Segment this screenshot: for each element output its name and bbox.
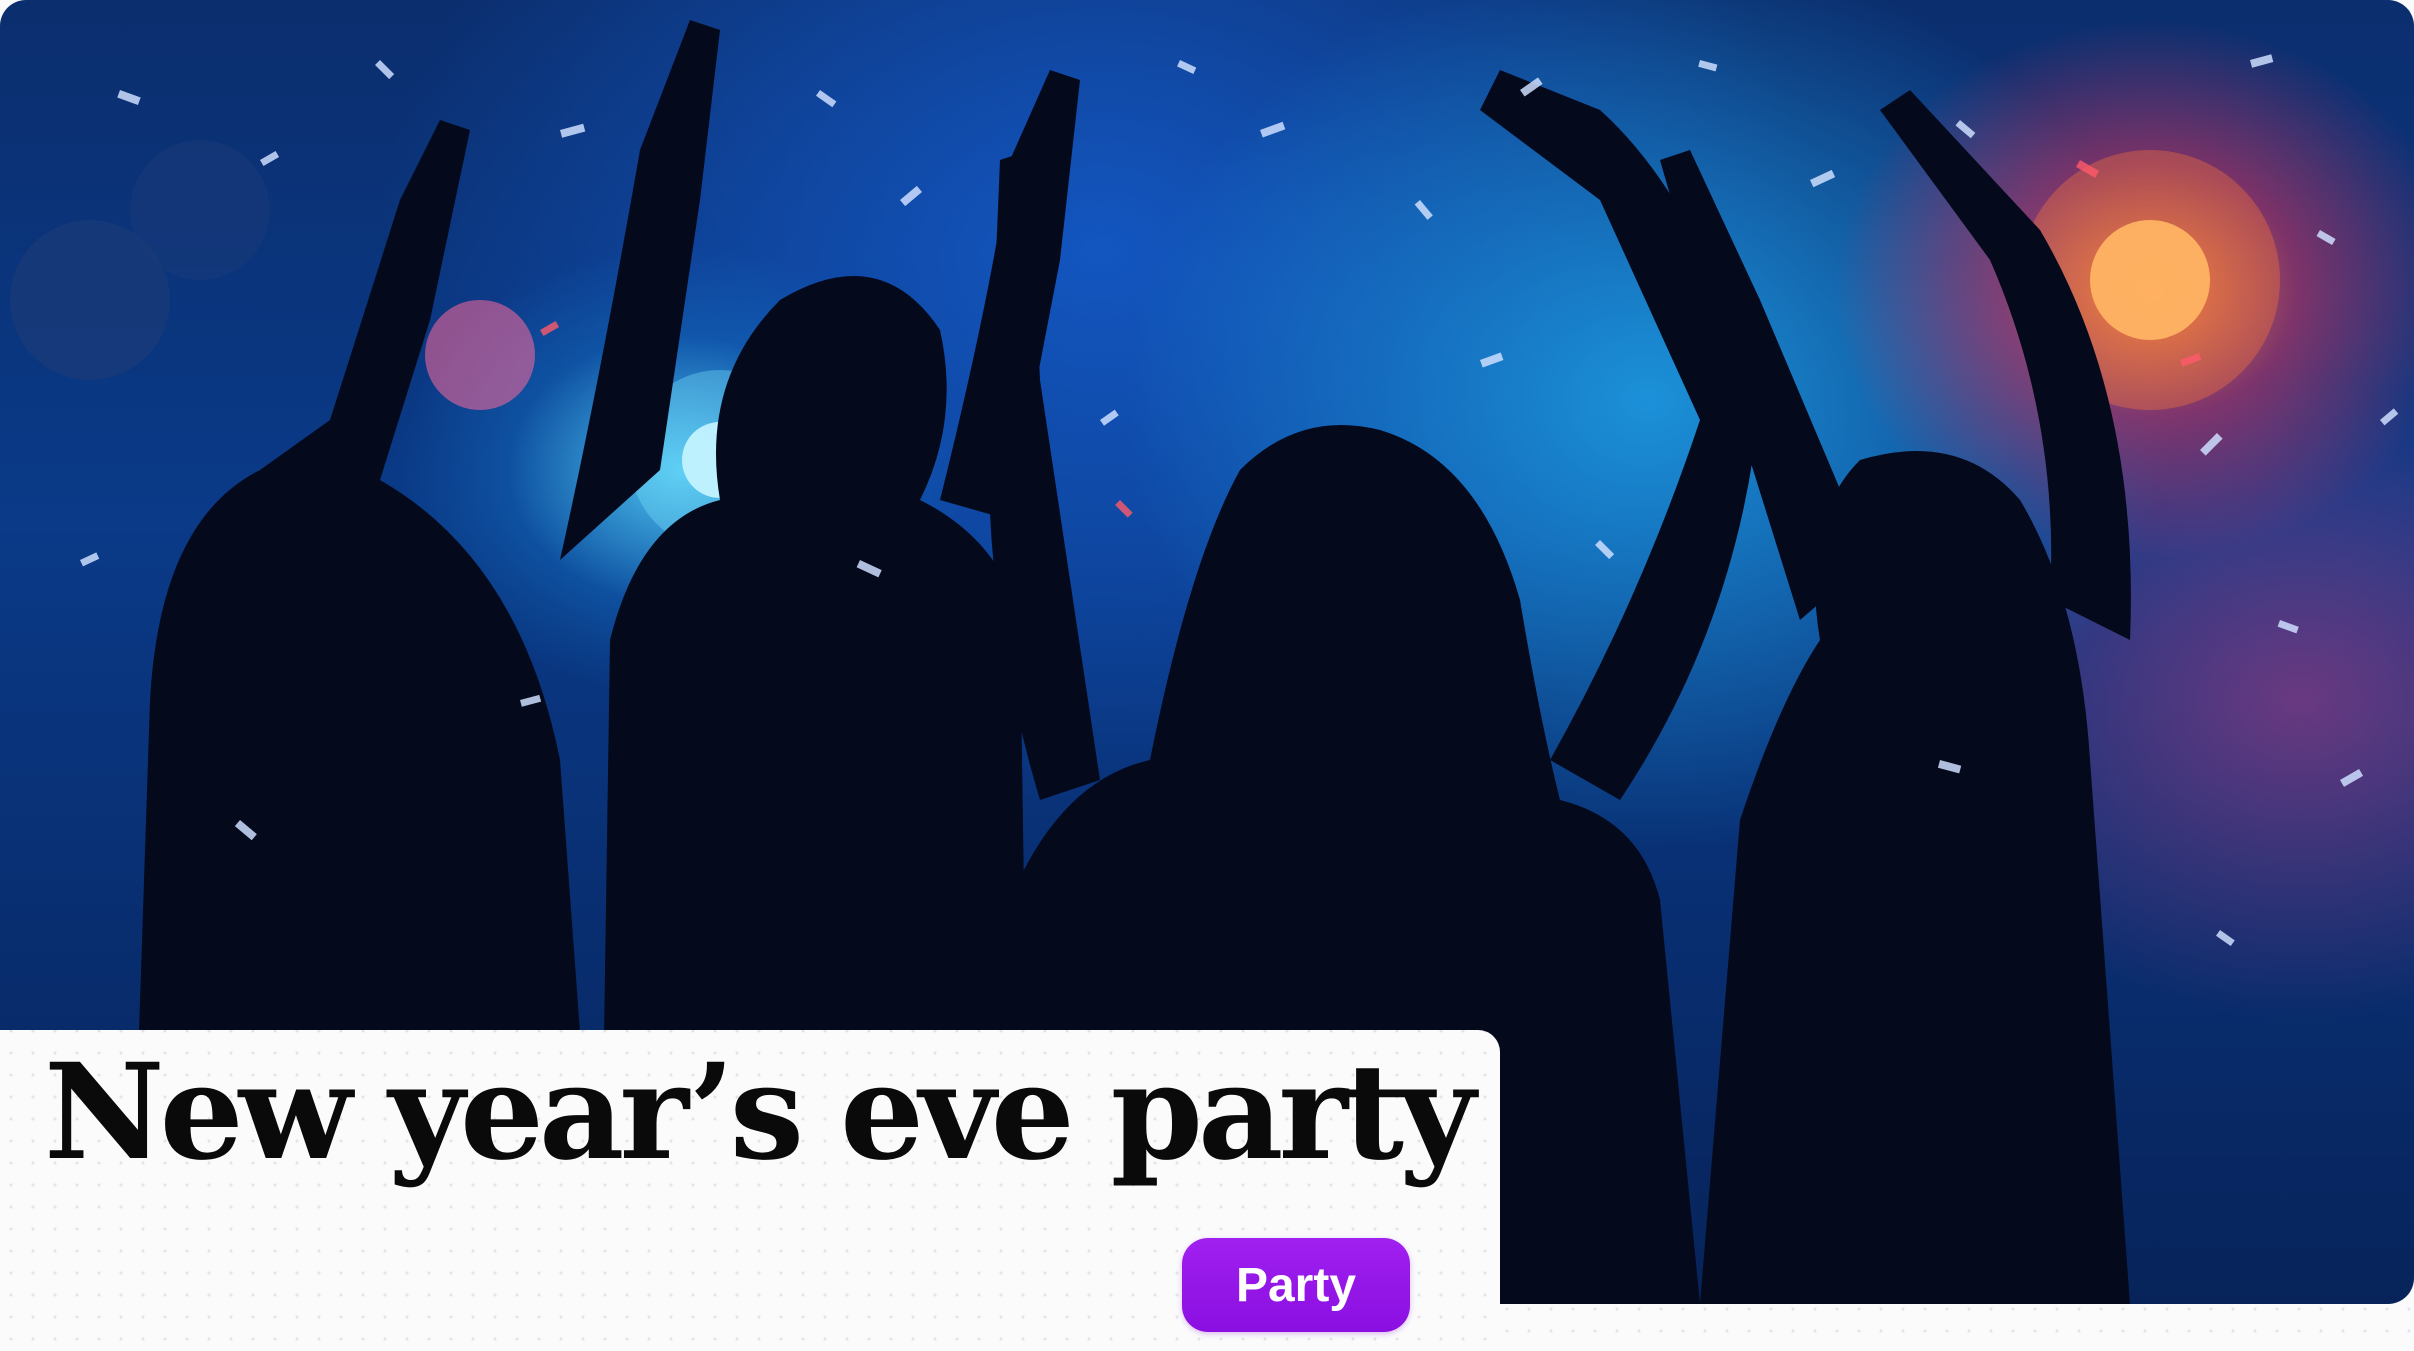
event-title: New year’s eve party xyxy=(44,1035,1476,1190)
category-tag[interactable]: Party xyxy=(1182,1238,1410,1332)
pink-balloon xyxy=(425,300,535,410)
